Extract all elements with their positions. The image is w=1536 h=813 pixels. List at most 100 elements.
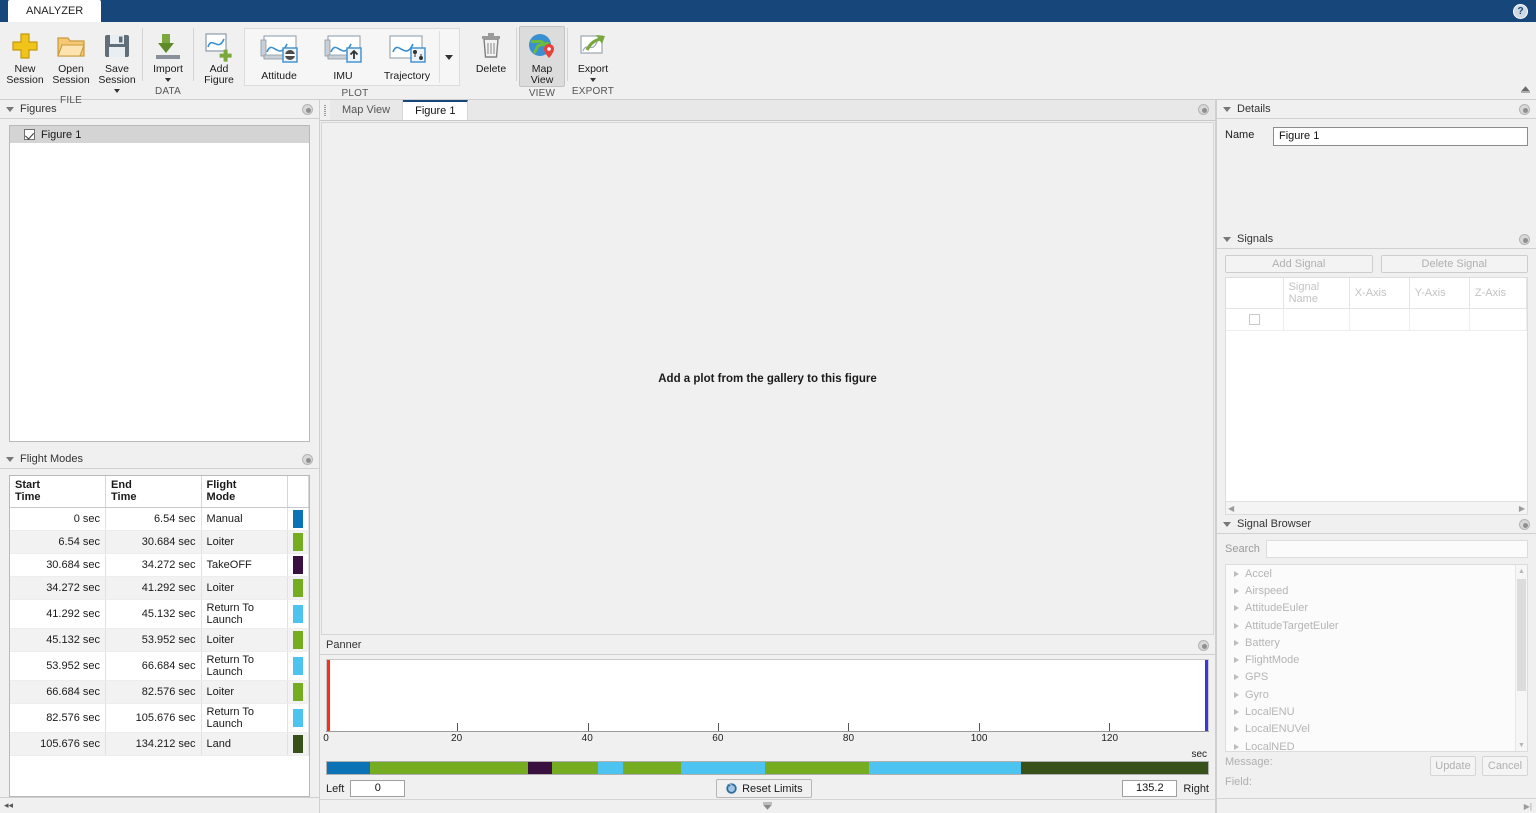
table-row[interactable]: 45.132 sec 53.952 sec Loiter xyxy=(10,628,309,652)
cell-end-time[interactable]: 45.132 sec xyxy=(105,599,202,629)
cell-flight-mode[interactable]: Loiter xyxy=(201,530,289,554)
expand-triangle-icon[interactable] xyxy=(1234,726,1239,733)
cell-start-time[interactable]: 0 sec xyxy=(10,507,107,531)
save-session-button[interactable]: Save Session xyxy=(94,26,140,94)
cell-flight-mode[interactable]: Land xyxy=(201,732,289,756)
export-button[interactable]: Export xyxy=(570,26,616,83)
expand-triangle-icon[interactable] xyxy=(1234,743,1239,750)
scroll-down-icon[interactable] xyxy=(762,802,773,811)
timeline-segment[interactable] xyxy=(869,762,1021,774)
table-row[interactable]: 6.54 sec 30.684 sec Loiter xyxy=(10,530,309,554)
expand-triangle-icon[interactable] xyxy=(1234,570,1239,577)
table-row[interactable]: 0 sec 6.54 sec Manual xyxy=(10,507,309,531)
cell-end-time[interactable]: 6.54 sec xyxy=(105,507,202,531)
search-input[interactable] xyxy=(1265,540,1528,558)
col-signal-name[interactable]: Signal Name xyxy=(1283,278,1350,309)
signal-browser-tree-wrapper[interactable]: Accel Airspeed AttitudeEuler AttitudeTarget… xyxy=(1225,564,1528,752)
flight-modes-table-wrapper[interactable]: Start Time End Time Flight Mode 0 sec 6.5… xyxy=(9,475,310,797)
signal-browser-horizontal-scrollbar[interactable]: ▶| xyxy=(1217,798,1536,813)
cell-flight-mode[interactable]: Loiter xyxy=(201,576,289,600)
details-panel-options-icon[interactable] xyxy=(1519,103,1530,115)
scroll-right-icon[interactable]: ▶ xyxy=(1519,504,1525,513)
col-flight-mode[interactable]: Flight Mode xyxy=(201,476,289,508)
new-session-button[interactable]: New Session xyxy=(2,26,48,87)
collapse-ribbon-icon[interactable] xyxy=(1518,83,1532,97)
signal-browser-panel-options-icon[interactable] xyxy=(1519,518,1530,530)
signals-panel-options-icon[interactable] xyxy=(1519,233,1530,245)
timeline-segment[interactable] xyxy=(369,762,529,774)
collapse-triangle-icon[interactable] xyxy=(1223,521,1231,527)
timeline-segment[interactable] xyxy=(764,762,870,774)
signal-tree-item[interactable]: LocalENU xyxy=(1226,703,1515,720)
cell-flight-mode[interactable]: TakeOFF xyxy=(201,553,289,577)
export-dropdown-icon[interactable] xyxy=(590,78,596,82)
cell-end-time[interactable]: 82.576 sec xyxy=(105,680,202,704)
timeline-segment[interactable] xyxy=(1020,762,1208,774)
scrollbar-thumb[interactable] xyxy=(1517,579,1526,691)
cell-flight-mode[interactable]: Return To Launch xyxy=(201,703,289,733)
signal-tree-item[interactable]: Airspeed xyxy=(1226,582,1515,599)
col-x-axis[interactable]: X-Axis xyxy=(1349,278,1410,309)
expand-triangle-icon[interactable] xyxy=(1234,691,1239,698)
signal-tree-item[interactable]: GPS xyxy=(1226,669,1515,686)
delete-signal-button[interactable]: Delete Signal xyxy=(1380,255,1528,273)
col-end-time[interactable]: End Time xyxy=(105,476,202,508)
col-start-time[interactable]: Start Time xyxy=(10,476,107,508)
add-figure-button[interactable]: Add Figure xyxy=(196,26,242,87)
expand-triangle-icon[interactable] xyxy=(1234,674,1239,681)
update-button[interactable]: Update xyxy=(1430,756,1476,776)
cell-start-time[interactable]: 34.272 sec xyxy=(10,576,107,600)
col-z-axis[interactable]: Z-Axis xyxy=(1469,278,1527,309)
import-dropdown-icon[interactable] xyxy=(165,78,171,82)
signal-tree-item[interactable]: Battery xyxy=(1226,634,1515,651)
cell-flight-mode[interactable]: Return To Launch xyxy=(201,599,289,629)
list-item[interactable]: Figure 1 xyxy=(10,126,309,143)
flight-modes-panel-options-icon[interactable] xyxy=(302,453,313,465)
figure-checkbox[interactable] xyxy=(24,129,35,140)
cell-flight-mode[interactable]: Manual xyxy=(201,507,289,531)
signal-tree-item[interactable]: Gyro xyxy=(1226,686,1515,703)
collapse-triangle-icon[interactable] xyxy=(1223,236,1231,242)
col-y-axis[interactable]: Y-Axis xyxy=(1409,278,1470,309)
tabstrip-grip[interactable] xyxy=(320,100,330,120)
panner-left-input[interactable]: 0 xyxy=(350,780,406,797)
cell-start-time[interactable]: 66.684 sec xyxy=(10,680,107,704)
cell-end-time[interactable]: 34.272 sec xyxy=(105,553,202,577)
table-row[interactable]: 66.684 sec 82.576 sec Loiter xyxy=(10,680,309,704)
tab-map-view[interactable]: Map View xyxy=(330,100,404,120)
cell-end-time[interactable]: 53.952 sec xyxy=(105,628,202,652)
tab-analyzer[interactable]: ANALYZER xyxy=(8,0,102,22)
table-row[interactable]: 105.676 sec 134.212 sec Land xyxy=(10,732,309,756)
figure-canvas[interactable]: Add a plot from the gallery to this figu… xyxy=(321,122,1214,635)
reset-limits-button[interactable]: Reset Limits xyxy=(716,779,812,798)
panner-right-limit-marker[interactable] xyxy=(1205,660,1208,731)
help-question-icon[interactable]: ? xyxy=(1513,3,1528,19)
expand-triangle-icon[interactable] xyxy=(1234,622,1239,629)
signal-browser-tree[interactable]: Accel Airspeed AttitudeEuler AttitudeTarget… xyxy=(1226,565,1515,751)
collapse-triangle-icon[interactable] xyxy=(1223,106,1231,112)
delete-button[interactable]: Delete xyxy=(468,26,514,82)
expand-triangle-icon[interactable] xyxy=(1234,639,1239,646)
cell-end-time[interactable]: 41.292 sec xyxy=(105,576,202,600)
panner-bottom-scrollbar[interactable] xyxy=(320,799,1215,813)
table-row[interactable]: 41.292 sec 45.132 sec Return To Launch xyxy=(10,599,309,629)
import-button[interactable]: Import xyxy=(145,26,191,83)
signal-name-cell[interactable] xyxy=(1283,308,1350,331)
expand-triangle-icon[interactable] xyxy=(1234,605,1239,612)
signal-row-checkbox[interactable] xyxy=(1248,314,1260,325)
table-row[interactable] xyxy=(1226,308,1527,331)
expand-triangle-icon[interactable] xyxy=(1234,587,1239,594)
panner-left-limit-marker[interactable] xyxy=(327,660,330,731)
table-row[interactable]: 53.952 sec 66.684 sec Return To Launch xyxy=(10,651,309,681)
signal-tree-item[interactable]: LocalENUVel xyxy=(1226,721,1515,738)
gallery-expand-button[interactable] xyxy=(439,31,457,83)
panner-right-input[interactable]: 135.2 xyxy=(1122,780,1178,797)
cell-start-time[interactable]: 45.132 sec xyxy=(10,628,107,652)
timeline-segment[interactable] xyxy=(327,762,370,774)
signal-tree-item[interactable]: LocalNED xyxy=(1226,738,1515,751)
cell-start-time[interactable]: 41.292 sec xyxy=(10,599,107,629)
scroll-left-icon[interactable]: ◂◂ xyxy=(4,800,13,811)
scroll-down-icon[interactable]: ▼ xyxy=(1516,739,1527,751)
panner-panel-options-icon[interactable] xyxy=(1198,639,1209,651)
timeline-segment[interactable] xyxy=(528,762,552,774)
